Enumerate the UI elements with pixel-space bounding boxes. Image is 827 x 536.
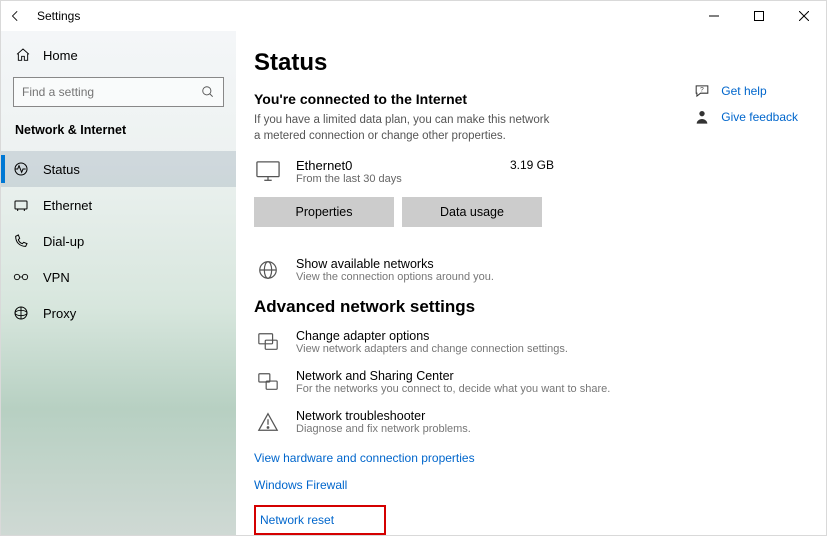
sidebar-item-label: Proxy [43,306,76,321]
adapter-options-title: Change adapter options [296,329,568,343]
maximize-button[interactable] [736,1,781,31]
sharing-icon [254,369,282,393]
sidebar-heading: Network & Internet [1,119,236,151]
sharing-center-row[interactable]: Network and Sharing Center For the netwo… [254,369,806,395]
sidebar-item-status[interactable]: Status [1,151,236,187]
sidebar-item-dialup[interactable]: Dial-up [1,223,236,259]
home-button[interactable]: Home [1,39,236,71]
status-icon [13,161,29,177]
give-feedback-label: Give feedback [721,110,798,124]
link-network-reset[interactable]: Network reset [260,513,334,527]
help-icon: ? [693,83,711,99]
adapter-usage: 3.19 GB [510,158,594,172]
adapter-sub: From the last 30 days [296,173,402,185]
vpn-icon [13,269,29,285]
globe-icon [254,257,282,281]
troubleshooter-sub: Diagnose and fix network problems. [296,423,471,435]
sidebar-item-proxy[interactable]: Proxy [1,295,236,331]
ethernet-icon [13,197,29,213]
monitor-icon [254,158,282,184]
home-icon [15,47,31,63]
search-box[interactable] [13,77,224,107]
sidebar-item-label: Status [43,162,80,177]
data-usage-button[interactable]: Data usage [402,197,542,227]
search-input[interactable] [22,85,201,99]
sidebar: Home Network & Internet Status [1,31,236,535]
proxy-icon [13,305,29,321]
search-icon [201,85,215,99]
adapter-icon [254,329,282,353]
adapter-options-sub: View network adapters and change connect… [296,343,568,355]
sidebar-item-label: Dial-up [43,234,84,249]
give-feedback-link[interactable]: Give feedback [693,109,798,125]
link-windows-firewall[interactable]: Windows Firewall [254,478,347,492]
adapter-options-row[interactable]: Change adapter options View network adap… [254,329,806,355]
sharing-center-sub: For the networks you connect to, decide … [296,383,610,395]
minimize-button[interactable] [691,1,736,31]
svg-text:?: ? [700,87,704,94]
titlebar: Settings [1,1,826,31]
sidebar-item-label: Ethernet [43,198,92,213]
sidebar-item-ethernet[interactable]: Ethernet [1,187,236,223]
sharing-center-title: Network and Sharing Center [296,369,610,383]
back-button[interactable] [1,1,31,31]
properties-button[interactable]: Properties [254,197,394,227]
content-area: Status You're connected to the Internet … [236,31,826,535]
adapter-name: Ethernet0 [296,158,402,173]
show-networks-title: Show available networks [296,257,494,271]
advanced-heading: Advanced network settings [254,297,806,317]
warning-icon [254,409,282,433]
link-hardware-properties[interactable]: View hardware and connection properties [254,451,475,465]
close-button[interactable] [781,1,826,31]
troubleshooter-row[interactable]: Network troubleshooter Diagnose and fix … [254,409,806,435]
sidebar-item-label: VPN [43,270,70,285]
sidebar-item-vpn[interactable]: VPN [1,259,236,295]
window-title: Settings [37,9,80,23]
get-help-link[interactable]: ? Get help [693,83,798,99]
show-networks-row[interactable]: Show available networks View the connect… [254,257,806,283]
troubleshooter-title: Network troubleshooter [296,409,471,423]
home-label: Home [43,48,78,63]
get-help-label: Get help [721,84,766,98]
feedback-icon [693,109,711,125]
highlight-annotation: Network reset [254,505,386,535]
show-networks-sub: View the connection options around you. [296,271,494,283]
connected-description: If you have a limited data plan, you can… [254,113,554,144]
dialup-icon [13,233,29,249]
page-title: Status [254,49,806,77]
